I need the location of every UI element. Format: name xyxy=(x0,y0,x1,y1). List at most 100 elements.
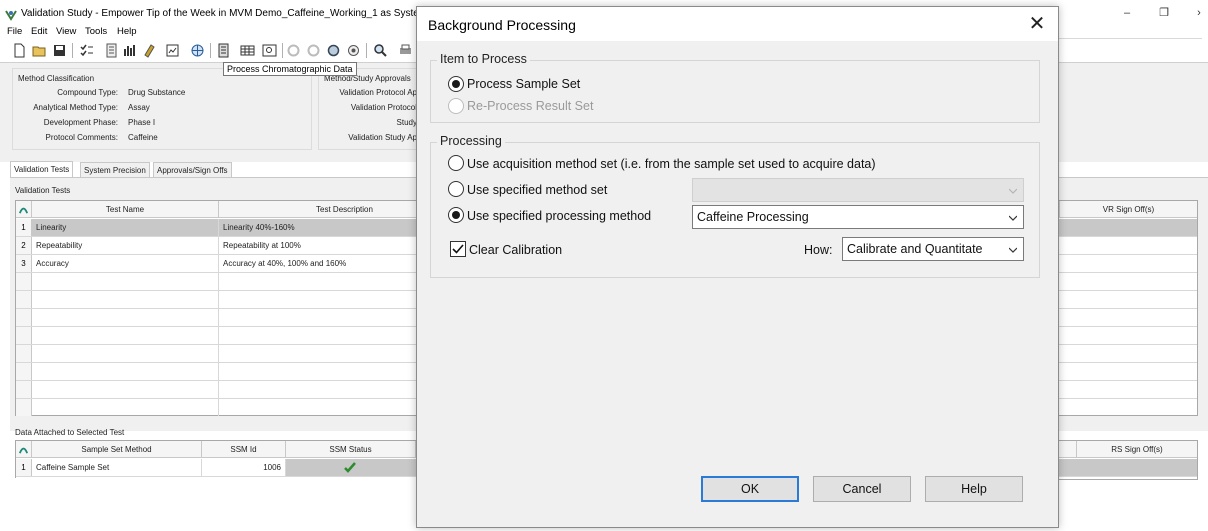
dialog-close-icon[interactable]: ✕ xyxy=(1026,13,1048,35)
use-specified-method-set-radio[interactable] xyxy=(448,181,464,197)
signature-icon[interactable] xyxy=(143,43,158,58)
how-label: How: xyxy=(804,243,833,257)
toolbar-divider xyxy=(210,43,211,58)
column-rs-sign-off[interactable]: RS Sign Off(s) xyxy=(1076,441,1197,458)
globe-icon[interactable] xyxy=(190,43,205,58)
attached-data-caption: Data Attached to Selected Test xyxy=(15,428,125,437)
help-button[interactable]: Help xyxy=(925,476,1023,502)
green-check-icon xyxy=(344,462,356,473)
dialog-title: Background Processing xyxy=(428,17,576,33)
toolbar-tooltip: Process Chromatographic Data xyxy=(223,62,357,76)
use-acquisition-method-set-label[interactable]: Use acquisition method set (i.e. from th… xyxy=(467,157,876,171)
clear-calibration-checkbox[interactable] xyxy=(450,241,466,257)
sample-set-method-cell: Caffeine Sample Set xyxy=(32,459,202,476)
background-processing-dialog: Background Processing ✕ Item to Process … xyxy=(416,6,1059,528)
chevron-down-icon xyxy=(1009,215,1017,221)
checklist-icon[interactable] xyxy=(79,43,94,58)
compound-type-label: Compound Type: xyxy=(57,88,118,97)
menu-divider xyxy=(1058,38,1202,39)
use-acquisition-method-set-radio[interactable] xyxy=(448,155,464,171)
grid-corner-icon xyxy=(16,201,32,218)
row-number: 3 xyxy=(16,255,32,272)
gear-disabled-icon xyxy=(286,43,301,58)
minimize-button[interactable]: – xyxy=(1120,6,1134,20)
menu-help[interactable]: Help xyxy=(117,26,137,37)
toolbar-divider xyxy=(72,43,73,58)
item-to-process-group: Item to Process xyxy=(430,52,1040,123)
protocol-comments-value: Caffeine xyxy=(128,133,158,142)
menu-file[interactable]: File xyxy=(7,26,22,37)
test-name-cell: Linearity xyxy=(32,219,219,236)
method-set-dropdown xyxy=(692,178,1024,202)
column-vr-sign-off[interactable]: VR Sign Off(s) xyxy=(1059,201,1197,218)
development-phase-value: Phase I xyxy=(128,118,156,127)
tab-system-precision[interactable]: System Precision xyxy=(80,162,150,177)
reprocess-result-set-label: Re-Process Result Set xyxy=(467,99,594,113)
processing-method-value: Caffeine Processing xyxy=(697,210,809,224)
report-icon[interactable] xyxy=(165,43,180,58)
main-window-title: Validation Study - Empower Tip of the We… xyxy=(21,8,445,19)
chevron-down-icon xyxy=(1009,247,1017,253)
column-ssm-status[interactable]: SSM Status xyxy=(286,441,416,458)
maximize-button[interactable]: ❐ xyxy=(1157,6,1171,20)
status-strip xyxy=(0,478,418,484)
target-icon[interactable] xyxy=(346,43,361,58)
reprocess-result-set-radio xyxy=(448,98,464,114)
cancel-button[interactable]: Cancel xyxy=(813,476,911,502)
search-icon[interactable] xyxy=(373,43,388,58)
test-name-cell: Accuracy xyxy=(32,255,219,272)
screen: Validation Study - Empower Tip of the We… xyxy=(0,0,1208,531)
menu-tools[interactable]: Tools xyxy=(85,26,107,37)
print-icon[interactable] xyxy=(398,43,413,58)
calibration-how-dropdown[interactable]: Calibrate and Quantitate xyxy=(842,237,1024,261)
protocol-comments-label: Protocol Comments: xyxy=(45,133,118,142)
row-number: 1 xyxy=(16,219,32,236)
menu-view[interactable]: View xyxy=(56,26,76,37)
compound-type-value: Drug Substance xyxy=(128,88,186,97)
ssm-id-cell: 1006 xyxy=(202,459,286,476)
use-specified-processing-method-radio[interactable] xyxy=(448,207,464,223)
validation-protocol-label: Validation Protocol xyxy=(350,103,417,112)
close-window-button[interactable]: › xyxy=(1192,6,1206,20)
menu-edit[interactable]: Edit xyxy=(31,26,47,37)
checkmark-icon xyxy=(452,244,464,254)
toolbar-divider xyxy=(282,43,283,58)
toolbar-divider xyxy=(366,43,367,58)
bar-chart-icon[interactable] xyxy=(123,43,138,58)
method-classification-heading: Method Classification xyxy=(18,74,95,83)
row-number: 2 xyxy=(16,237,32,254)
tab-approvals-sign-offs[interactable]: Approvals/Sign Offs xyxy=(153,162,232,177)
table-icon[interactable] xyxy=(240,43,255,58)
gear-disabled-icon-2 xyxy=(306,43,321,58)
use-specified-processing-method-label[interactable]: Use specified processing method xyxy=(467,209,651,223)
process-sample-set-label[interactable]: Process Sample Set xyxy=(467,77,580,91)
validation-study-approval-label: Validation Study Ap xyxy=(348,133,417,142)
calibration-how-value: Calibrate and Quantitate xyxy=(847,242,983,256)
column-sample-set-method[interactable]: Sample Set Method xyxy=(32,441,202,458)
test-name-cell: Repeatability xyxy=(32,237,219,254)
process-data-icon[interactable] xyxy=(216,43,231,58)
image-viewer-icon[interactable] xyxy=(262,43,277,58)
study-label: Study xyxy=(396,118,417,127)
validation-protocol-approval-label: Validation Protocol Ap xyxy=(339,88,417,97)
chevron-down-icon xyxy=(1009,188,1017,194)
document-list-icon[interactable] xyxy=(104,43,119,58)
process-sample-set-radio[interactable] xyxy=(448,76,464,92)
use-specified-method-set-label[interactable]: Use specified method set xyxy=(467,183,607,197)
app-icon xyxy=(5,8,17,21)
validation-tests-caption: Validation Tests xyxy=(15,186,71,195)
row-number: 1 xyxy=(16,459,32,476)
column-test-name[interactable]: Test Name xyxy=(32,201,219,218)
processing-method-dropdown[interactable]: Caffeine Processing xyxy=(692,205,1024,229)
save-icon[interactable] xyxy=(52,43,67,58)
clear-calibration-label[interactable]: Clear Calibration xyxy=(469,243,562,257)
grid-corner-icon xyxy=(16,441,32,458)
processing-title: Processing xyxy=(437,134,505,148)
new-document-icon[interactable] xyxy=(12,43,27,58)
column-ssm-id[interactable]: SSM Id xyxy=(202,441,286,458)
analytical-method-type-value: Assay xyxy=(128,103,150,112)
process-gear-icon[interactable] xyxy=(326,43,341,58)
open-folder-icon[interactable] xyxy=(32,43,47,58)
ok-button[interactable]: OK xyxy=(701,476,799,502)
tab-validation-tests[interactable]: Validation Tests xyxy=(10,161,74,178)
